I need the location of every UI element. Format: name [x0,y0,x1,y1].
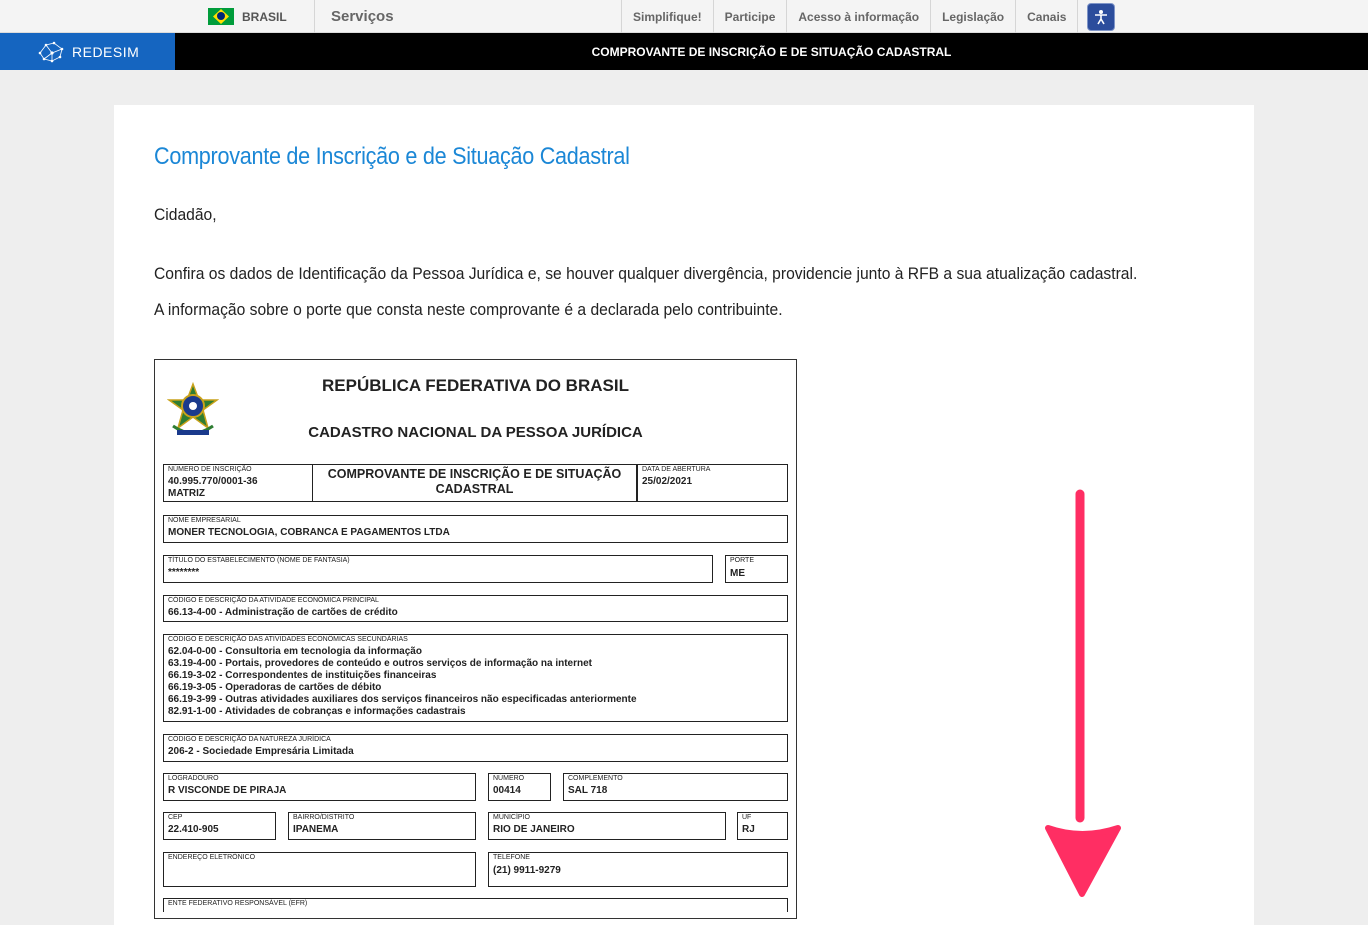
field-municipio: MUNICÍPIO RIO DE JANEIRO [488,812,726,840]
greeting-text: Cidadão, [154,205,217,224]
list-item: 63.19-4-00 - Portais, provedores de cont… [168,658,593,669]
field-value: 25/02/2021 [642,476,693,487]
gov-top-bar: BRASIL Serviços Simplifique! Participe A… [0,0,1368,33]
field-value: 00414 [493,785,521,796]
servicos-link[interactable]: Serviços [316,0,622,33]
brasil-label: BRASIL [242,9,287,24]
list-item: 66.19-3-99 - Outras atividades auxiliare… [168,694,637,705]
field-label: DATA DE ABERTURA [642,466,711,473]
nav-legislacao[interactable]: Legislação [931,0,1017,33]
field-label: CEP [168,814,183,821]
field-label: NÚMERO DE INSCRIÇÃO [168,466,252,473]
redesim-logo-text: REDESIM [72,43,140,60]
field-data-abertura: DATA DE ABERTURA 25/02/2021 [637,464,788,502]
accessibility-icon [1087,2,1116,31]
field-value: 206-2 - Sociedade Empresária Limitada [168,746,354,757]
field-natureza-juridica: CÓDIGO E DESCRIÇÃO DA NATUREZA JURÍDICA … [163,734,788,762]
field-label: ENTE FEDERATIVO RESPONSÁVEL (EFR) [168,900,308,907]
field-label: TÍTULO DO ESTABELECIMENTO (NOME DE FANTA… [168,557,350,564]
field-label: NÚMERO [493,775,525,782]
field-value: 22.410-905 [168,824,219,835]
field-value: RIO DE JANEIRO [493,824,575,835]
field-label: CÓDIGO E DESCRIÇÃO DA ATIVIDADE ECONÔMIC… [168,597,379,604]
comprovante-title: COMPROVANTE DE INSCRIÇÃO E DE SITUAÇÃO C… [313,464,637,502]
redesim-bar: REDESIM COMPROVANTE DE INSCRIÇÃO E DE SI… [0,33,1368,70]
list-item: 66.19-3-05 - Operadoras de cartões de dé… [168,682,382,693]
redesim-page-title: COMPROVANTE DE INSCRIÇÃO E DE SITUAÇÃO C… [591,44,952,59]
field-value: 66.13-4-00 - Administração de cartões de… [168,607,398,618]
field-value: (21) 9911-9279 [493,865,561,876]
field-value: R VISCONDE DE PIRAJA [168,785,287,796]
document-header-republica: REPÚBLICA FEDERATIVA DO BRASIL [322,376,629,395]
field-value: RJ [742,824,755,835]
field-label: CÓDIGO E DESCRIÇÃO DAS ATIVIDADES ECONÔM… [168,636,408,643]
field-label: NOME EMPRESARIAL [168,517,241,524]
field-titulo-estabelecimento: TÍTULO DO ESTABELECIMENTO (NOME DE FANTA… [163,555,713,583]
field-endereco-eletronico: ENDEREÇO ELETRÔNICO [163,852,476,887]
list-item: 66.19-3-02 - Correspondentes de institui… [168,670,437,681]
field-value: IPANEMA [293,824,339,835]
field-cep: CEP 22.410-905 [163,812,276,840]
redesim-logo-icon [38,41,64,62]
field-value-matriz: MATRIZ [168,488,206,499]
nav-participe[interactable]: Participe [714,0,788,33]
field-value: SAL 718 [568,785,608,796]
nav-canais[interactable]: Canais [1016,0,1079,33]
field-label: ENDEREÇO ELETRÔNICO [168,854,256,861]
document-header-cnpj: CADASTRO NACIONAL DA PESSOA JURÍDICA [308,424,643,441]
field-value: ******** [168,567,200,578]
field-complemento: COMPLEMENTO SAL 718 [563,773,788,801]
brazil-flag-icon [208,8,234,25]
gov-nav: Simplifique! Participe Acesso à informaç… [622,0,1124,33]
field-label: UF [742,814,752,821]
list-item: 82.91-1-00 - Atividades de cobranças e i… [168,706,466,717]
field-label: COMPLEMENTO [568,775,623,782]
field-label: CÓDIGO E DESCRIÇÃO DA NATUREZA JURÍDICA [168,736,331,743]
field-numero-inscricao: NÚMERO DE INSCRIÇÃO 40.995.770/0001-36 M… [163,464,313,502]
field-value: MONER TECNOLOGIA, COBRANCA E PAGAMENTOS … [168,527,450,538]
field-label: PORTE [730,557,754,564]
field-efr: ENTE FEDERATIVO RESPONSÁVEL (EFR) [163,898,788,912]
field-uf: UF RJ [737,812,788,840]
field-label: LOGRADOURO [168,775,219,782]
list-item: 62.04-0-00 - Consultoria em tecnologia d… [168,646,422,657]
brasil-link[interactable]: BRASIL [200,0,315,33]
field-porte: PORTE ME [725,555,788,583]
field-label: MUNICÍPIO [493,814,530,821]
field-bairro: BAIRRO/DISTRITO IPANEMA [288,812,476,840]
nav-simplifique[interactable]: Simplifique! [622,0,714,33]
accessibility-button[interactable] [1078,0,1124,33]
scroll-down-arrow-icon [1045,489,1121,897]
field-label: TELEFONE [493,854,530,861]
field-logradouro: LOGRADOURO R VISCONDE DE PIRAJA [163,773,476,801]
nav-acesso-informacao[interactable]: Acesso à informação [787,0,932,33]
field-atividade-principal: CÓDIGO E DESCRIÇÃO DA ATIVIDADE ECONÔMIC… [163,595,788,622]
instruction-text: Confira os dados de Identificação da Pes… [154,264,1138,283]
field-numero: NÚMERO 00414 [488,773,551,801]
field-value: ME [730,568,745,579]
field-nome-empresarial: NOME EMPRESARIAL MONER TECNOLOGIA, COBRA… [163,515,788,543]
field-atividades-secundarias: CÓDIGO E DESCRIÇÃO DAS ATIVIDADES ECONÔM… [163,634,788,722]
field-telefone: TELEFONE (21) 9911-9279 [488,852,788,887]
field-value: 40.995.770/0001-36 [168,476,258,487]
field-label: BAIRRO/DISTRITO [293,814,355,821]
porte-info-text: A informação sobre o porte que consta ne… [154,300,783,319]
page-title: Comprovante de Inscrição e de Situação C… [154,143,630,170]
redesim-logo[interactable]: REDESIM [0,33,175,70]
